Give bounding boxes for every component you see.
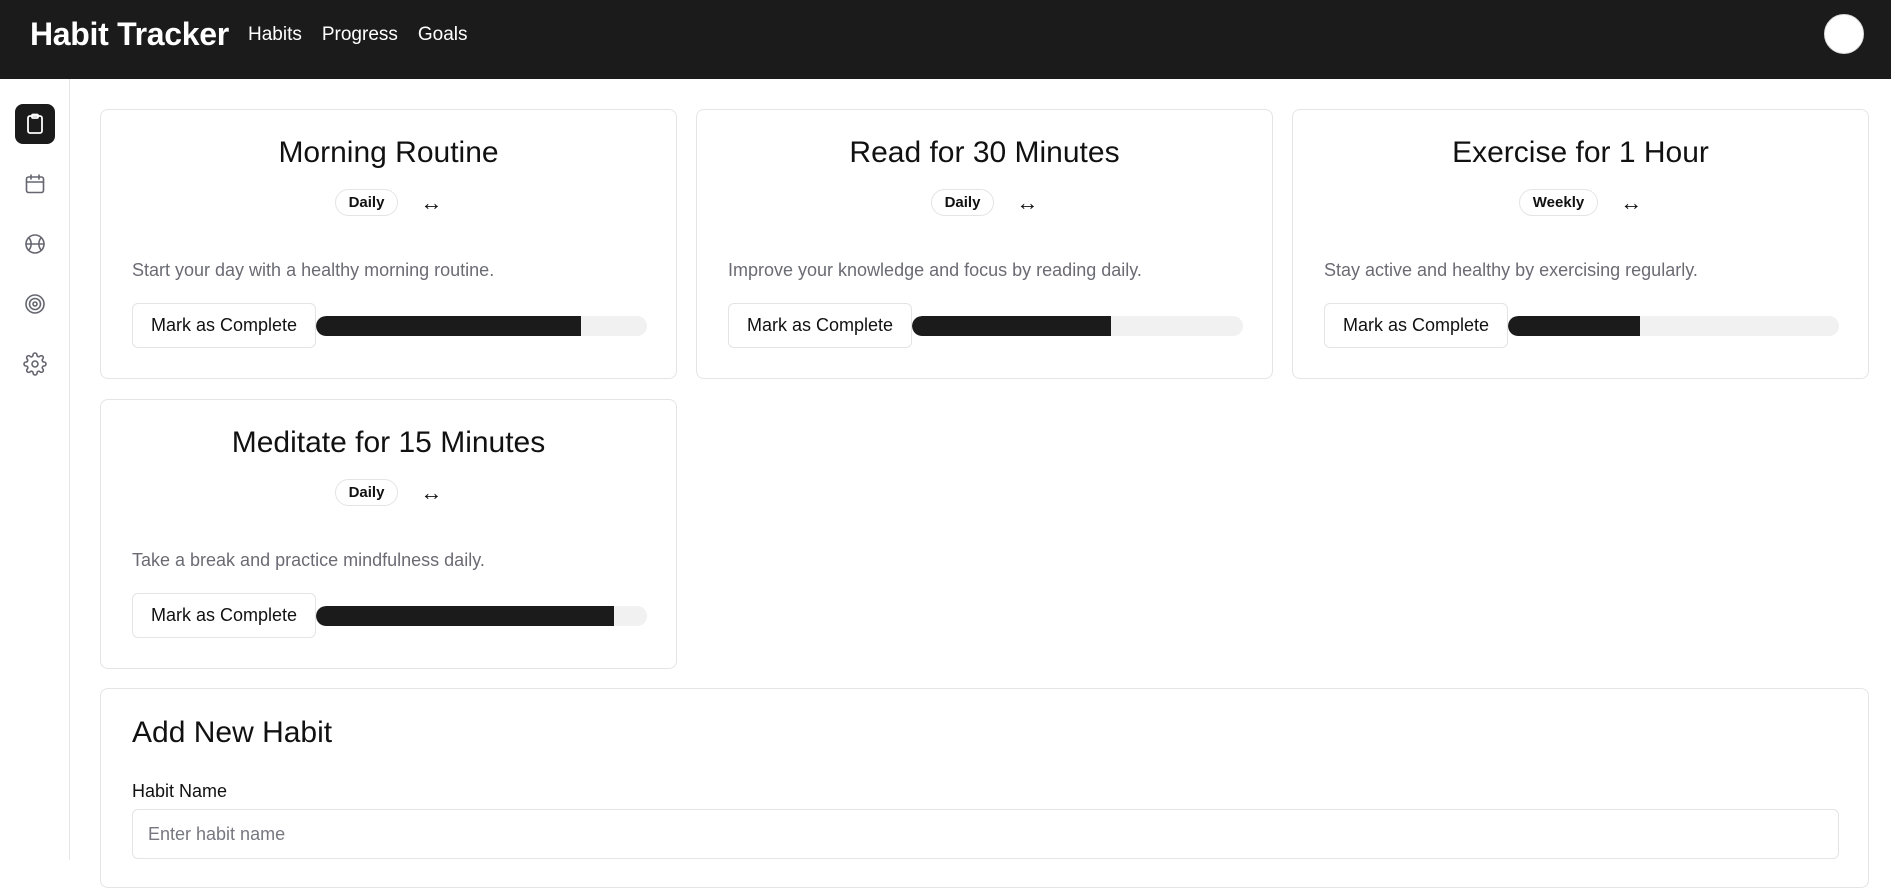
mark-complete-button[interactable]: Mark as Complete [728, 303, 912, 348]
basketball-icon [25, 234, 45, 254]
mark-complete-button[interactable]: Mark as Complete [132, 593, 316, 638]
progress-bar [912, 316, 1243, 336]
top-navbar: Habit Tracker Habits Progress Goals [0, 0, 1891, 79]
calendar-icon [25, 174, 45, 194]
progress-bar [1508, 316, 1839, 336]
habit-title: Morning Routine [278, 136, 499, 169]
swap-arrows-icon[interactable]: ↔ [1016, 191, 1038, 214]
nav-link-habits[interactable]: Habits [248, 24, 302, 46]
mark-complete-button[interactable]: Mark as Complete [1324, 303, 1508, 348]
main-nav: Habits Progress Goals [248, 24, 468, 46]
progress-bar-fill [912, 316, 1111, 336]
mark-complete-button[interactable]: Mark as Complete [132, 303, 316, 348]
habit-card: Meditate for 15 Minutes Daily ↔ Take a b… [100, 399, 677, 669]
habit-card: Read for 30 Minutes Daily ↔ Improve your… [696, 109, 1273, 379]
habit-description: Start your day with a healthy morning ro… [132, 260, 495, 280]
habit-description: Stay active and healthy by exercising re… [1324, 260, 1698, 280]
habit-title: Read for 30 Minutes [849, 136, 1120, 169]
progress-bar-fill [1508, 316, 1641, 336]
habit-card: Morning Routine Daily ↔ Start your day w… [100, 109, 677, 379]
progress-bar [316, 316, 647, 336]
app-brand[interactable]: Habit Tracker [30, 16, 229, 53]
swap-arrows-icon[interactable]: ↔ [420, 481, 442, 504]
frequency-badge: Weekly [1518, 189, 1599, 216]
sidebar-item-settings[interactable] [15, 344, 55, 384]
frequency-badge: Daily [930, 189, 995, 216]
form-title: Add New Habit [132, 716, 333, 749]
add-habit-form: Add New Habit Habit Name [100, 688, 1869, 888]
user-avatar[interactable] [1824, 14, 1864, 54]
habit-title: Exercise for 1 Hour [1452, 136, 1709, 169]
habit-meta: Weekly ↔ [1293, 189, 1868, 216]
habit-meta: Daily ↔ [697, 189, 1272, 216]
frequency-badge: Daily [334, 189, 399, 216]
gear-icon [23, 352, 47, 376]
sidebar-item-activity[interactable] [15, 224, 55, 264]
nav-link-goals[interactable]: Goals [418, 24, 468, 46]
sidebar [0, 79, 70, 860]
sidebar-item-habits[interactable] [15, 104, 55, 144]
progress-bar-fill [316, 316, 581, 336]
frequency-badge: Daily [334, 479, 399, 506]
habit-name-label: Habit Name [132, 781, 228, 801]
habit-card: Exercise for 1 Hour Weekly ↔ Stay active… [1292, 109, 1869, 379]
clipboard-icon [27, 113, 43, 134]
sidebar-item-calendar[interactable] [15, 164, 55, 204]
habit-description: Improve your knowledge and focus by read… [728, 260, 1142, 280]
habit-name-input[interactable] [132, 809, 1839, 859]
nav-link-progress[interactable]: Progress [322, 24, 398, 46]
habit-title: Meditate for 15 Minutes [231, 426, 546, 459]
target-icon [25, 294, 45, 314]
swap-arrows-icon[interactable]: ↔ [420, 191, 442, 214]
swap-arrows-icon[interactable]: ↔ [1620, 191, 1642, 214]
habit-description: Take a break and practice mindfulness da… [132, 550, 485, 570]
progress-bar-fill [316, 606, 614, 626]
habit-meta: Daily ↔ [101, 189, 676, 216]
progress-bar [316, 606, 647, 626]
sidebar-item-goals[interactable] [15, 284, 55, 324]
habit-meta: Daily ↔ [101, 479, 676, 506]
